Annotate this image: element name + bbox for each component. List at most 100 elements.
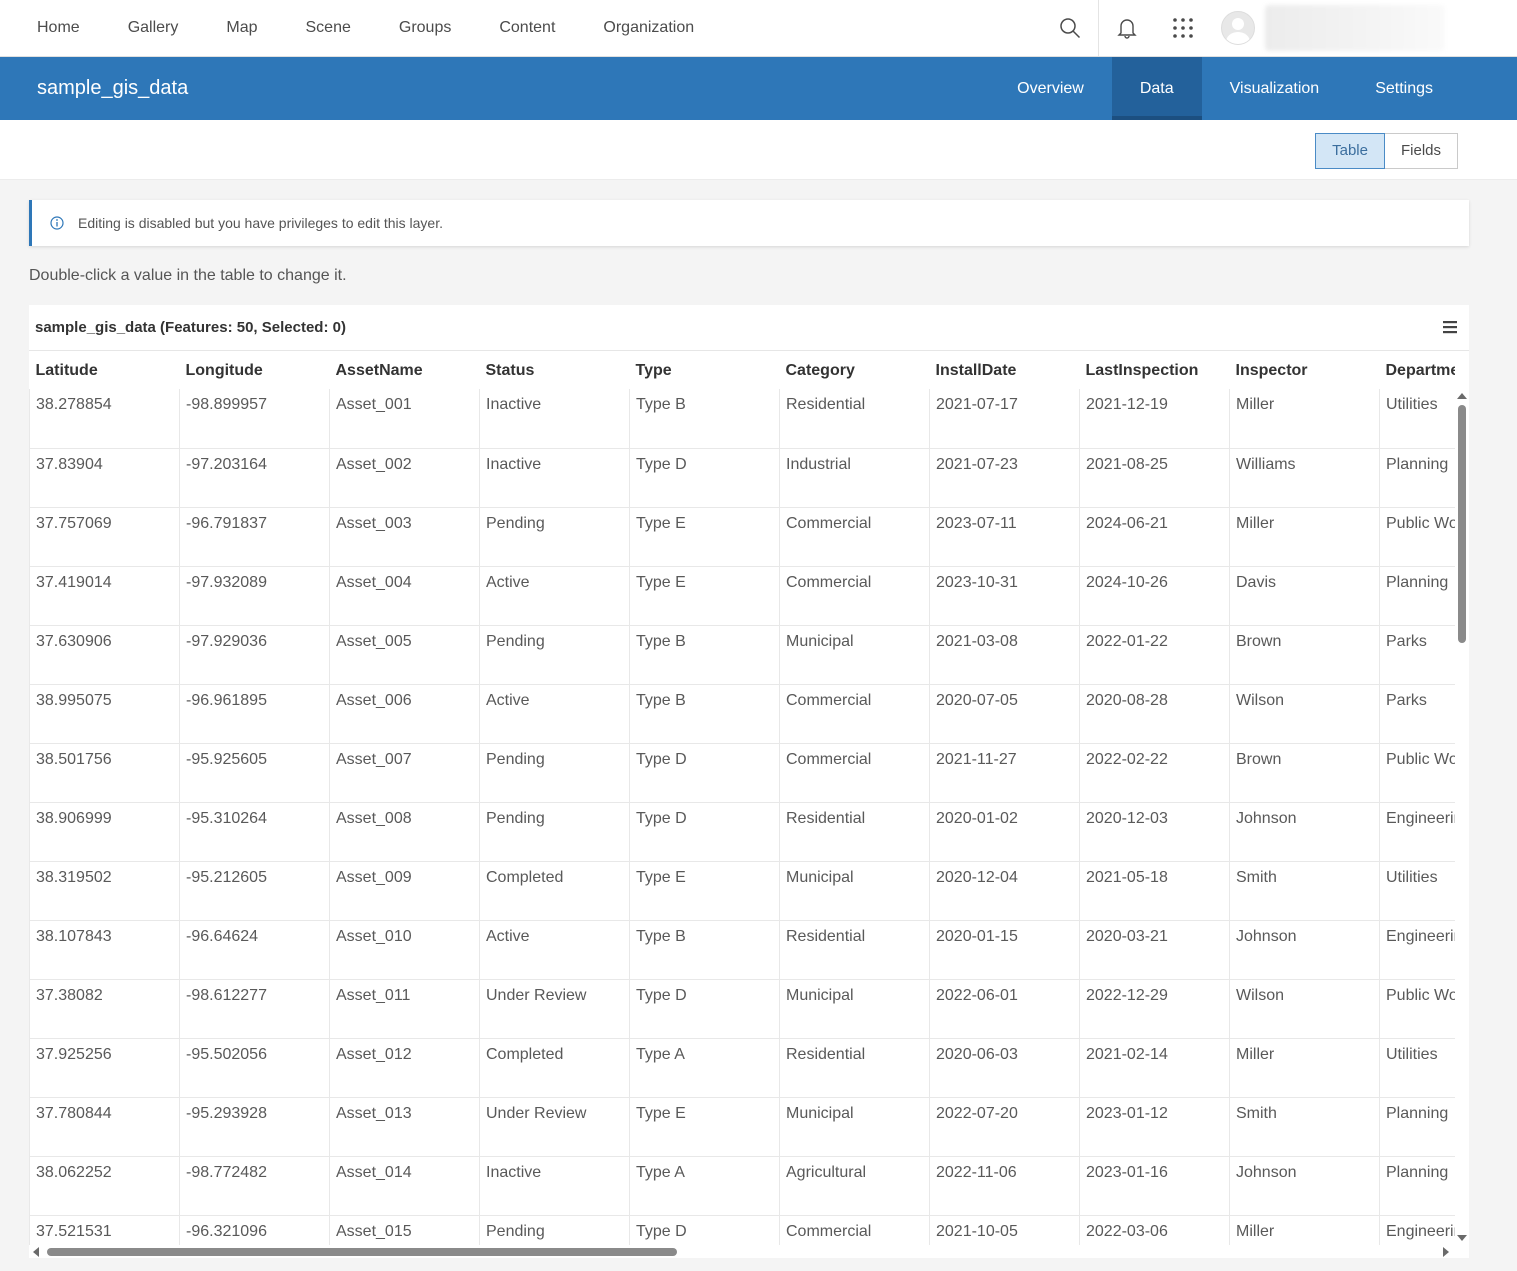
table-cell-inspector[interactable]: Johnson — [1229, 920, 1380, 980]
table-cell-assetname[interactable]: Asset_008 — [329, 802, 480, 862]
table-cell-longitude[interactable]: -97.932089 — [179, 566, 330, 626]
table-cell-inspector[interactable]: Brown — [1229, 743, 1380, 803]
table-cell-department[interactable]: Public Works — [1379, 507, 1455, 567]
tab-data[interactable]: Data — [1111, 57, 1202, 120]
table-cell-department[interactable]: Planning — [1379, 448, 1455, 508]
scroll-down-arrow[interactable] — [1457, 1235, 1467, 1241]
column-header-installdate[interactable]: InstallDate — [930, 352, 1080, 389]
table-cell-installdate[interactable]: 2020-01-02 — [929, 802, 1080, 862]
table-cell-lastinspection[interactable]: 2021-05-18 — [1079, 861, 1230, 921]
table-cell-category[interactable]: Commercial — [779, 684, 930, 744]
column-header-category[interactable]: Category — [780, 352, 930, 389]
table-cell-status[interactable]: Pending — [479, 625, 630, 685]
table-cell-lastinspection[interactable]: 2020-08-28 — [1079, 684, 1230, 744]
table-cell-longitude[interactable]: -96.64624 — [179, 920, 330, 980]
table-cell-longitude[interactable]: -95.310264 — [179, 802, 330, 862]
table-cell-latitude[interactable]: 38.107843 — [29, 920, 180, 980]
table-cell-longitude[interactable]: -97.203164 — [179, 448, 330, 508]
table-cell-category[interactable]: Commercial — [779, 507, 930, 567]
column-header-department[interactable]: Department — [1380, 352, 1456, 389]
table-row[interactable]: 37.925256 -95.502056 Asset_012 Completed Typ… — [29, 1038, 1455, 1098]
table-cell-latitude[interactable]: 37.521531 — [29, 1215, 180, 1245]
table-cell-longitude[interactable]: -98.612277 — [179, 979, 330, 1039]
table-cell-assetname[interactable]: Asset_011 — [329, 979, 480, 1039]
table-cell-department[interactable]: Parks — [1379, 684, 1455, 744]
vertical-scrollbar[interactable] — [1455, 391, 1467, 1243]
table-cell-category[interactable]: Residential — [779, 802, 930, 862]
table-cell-inspector[interactable]: Wilson — [1229, 684, 1380, 744]
column-header-assetname[interactable]: AssetName — [330, 352, 480, 389]
table-cell-status[interactable]: Active — [479, 566, 630, 626]
table-cell-latitude[interactable]: 37.83904 — [29, 448, 180, 508]
table-row[interactable]: 37.38082 -98.612277 Asset_011 Under Review T… — [29, 979, 1455, 1039]
notifications-button[interactable] — [1099, 0, 1155, 56]
table-cell-assetname[interactable]: Asset_014 — [329, 1156, 480, 1216]
table-cell-installdate[interactable]: 2022-11-06 — [929, 1156, 1080, 1216]
table-row[interactable]: 38.319502 -95.212605 Asset_009 Completed Typ… — [29, 861, 1455, 921]
table-row[interactable]: 37.757069 -96.791837 Asset_003 Pending Type … — [29, 507, 1455, 567]
table-cell-status[interactable]: Inactive — [479, 389, 630, 449]
table-cell-department[interactable]: Planning — [1379, 566, 1455, 626]
table-cell-latitude[interactable]: 38.501756 — [29, 743, 180, 803]
table-cell-status[interactable]: Pending — [479, 802, 630, 862]
table-cell-category[interactable]: Commercial — [779, 743, 930, 803]
table-row[interactable]: 38.501756 -95.925605 Asset_007 Pending Type … — [29, 743, 1455, 803]
table-cell-type[interactable]: Type A — [629, 1038, 780, 1098]
table-cell-longitude[interactable]: -96.321096 — [179, 1215, 330, 1245]
table-cell-department[interactable]: Utilities — [1379, 389, 1455, 449]
table-row[interactable]: 37.83904 -97.203164 Asset_002 Inactive Type … — [29, 448, 1455, 508]
table-cell-lastinspection[interactable]: 2024-06-21 — [1079, 507, 1230, 567]
table-cell-assetname[interactable]: Asset_009 — [329, 861, 480, 921]
column-header-inspector[interactable]: Inspector — [1230, 352, 1380, 389]
table-cell-assetname[interactable]: Asset_005 — [329, 625, 480, 685]
table-cell-category[interactable]: Residential — [779, 920, 930, 980]
table-cell-installdate[interactable]: 2020-12-04 — [929, 861, 1080, 921]
table-row[interactable]: 37.521531 -96.321096 Asset_015 Pending Type … — [29, 1215, 1455, 1245]
table-cell-longitude[interactable]: -95.925605 — [179, 743, 330, 803]
table-cell-department[interactable]: Parks — [1379, 625, 1455, 685]
column-header-lastinspection[interactable]: LastInspection — [1080, 352, 1230, 389]
table-cell-assetname[interactable]: Asset_001 — [329, 389, 480, 449]
nav-link-home[interactable]: Home — [37, 19, 80, 37]
table-row[interactable]: 38.062252 -98.772482 Asset_014 Inactive Type… — [29, 1156, 1455, 1216]
table-cell-lastinspection[interactable]: 2023-01-12 — [1079, 1097, 1230, 1157]
nav-link-content[interactable]: Content — [499, 19, 555, 37]
table-cell-status[interactable]: Under Review — [479, 979, 630, 1039]
table-row[interactable]: 38.278854 -98.899957 Asset_001 Inactive Type… — [29, 389, 1455, 449]
table-cell-latitude[interactable]: 37.38082 — [29, 979, 180, 1039]
table-cell-status[interactable]: Pending — [479, 1215, 630, 1245]
table-row[interactable]: 37.630906 -97.929036 Asset_005 Pending Type … — [29, 625, 1455, 685]
table-row[interactable]: 37.419014 -97.932089 Asset_004 Active Type E… — [29, 566, 1455, 626]
table-cell-inspector[interactable]: Miller — [1229, 1038, 1380, 1098]
table-cell-latitude[interactable]: 37.419014 — [29, 566, 180, 626]
table-cell-assetname[interactable]: Asset_002 — [329, 448, 480, 508]
table-cell-department[interactable]: Engineering — [1379, 1215, 1455, 1245]
table-cell-inspector[interactable]: Johnson — [1229, 802, 1380, 862]
nav-link-gallery[interactable]: Gallery — [128, 19, 179, 37]
column-header-longitude[interactable]: Longitude — [180, 352, 330, 389]
table-view-button[interactable]: Table — [1315, 133, 1385, 169]
table-cell-department[interactable]: Engineering — [1379, 802, 1455, 862]
table-cell-status[interactable]: Completed — [479, 1038, 630, 1098]
table-cell-type[interactable]: Type A — [629, 1156, 780, 1216]
nav-link-groups[interactable]: Groups — [399, 19, 451, 37]
table-cell-latitude[interactable]: 37.925256 — [29, 1038, 180, 1098]
table-cell-longitude[interactable]: -95.212605 — [179, 861, 330, 921]
table-cell-longitude[interactable]: -95.293928 — [179, 1097, 330, 1157]
table-cell-assetname[interactable]: Asset_003 — [329, 507, 480, 567]
scroll-left-arrow[interactable] — [33, 1247, 39, 1257]
table-cell-department[interactable]: Planning — [1379, 1156, 1455, 1216]
table-cell-latitude[interactable]: 38.278854 — [29, 389, 180, 449]
table-viewport[interactable]: Latitude Longitude AssetName Status Type Cate… — [29, 352, 1455, 1245]
table-cell-lastinspection[interactable]: 2023-01-16 — [1079, 1156, 1230, 1216]
table-cell-lastinspection[interactable]: 2022-03-06 — [1079, 1215, 1230, 1245]
table-cell-type[interactable]: Type B — [629, 625, 780, 685]
table-cell-assetname[interactable]: Asset_012 — [329, 1038, 480, 1098]
table-cell-assetname[interactable]: Asset_015 — [329, 1215, 480, 1245]
column-header-latitude[interactable]: Latitude — [30, 352, 180, 389]
table-cell-longitude[interactable]: -98.772482 — [179, 1156, 330, 1216]
table-cell-type[interactable]: Type B — [629, 389, 780, 449]
table-cell-lastinspection[interactable]: 2021-12-19 — [1079, 389, 1230, 449]
table-cell-type[interactable]: Type E — [629, 507, 780, 567]
table-cell-type[interactable]: Type B — [629, 684, 780, 744]
